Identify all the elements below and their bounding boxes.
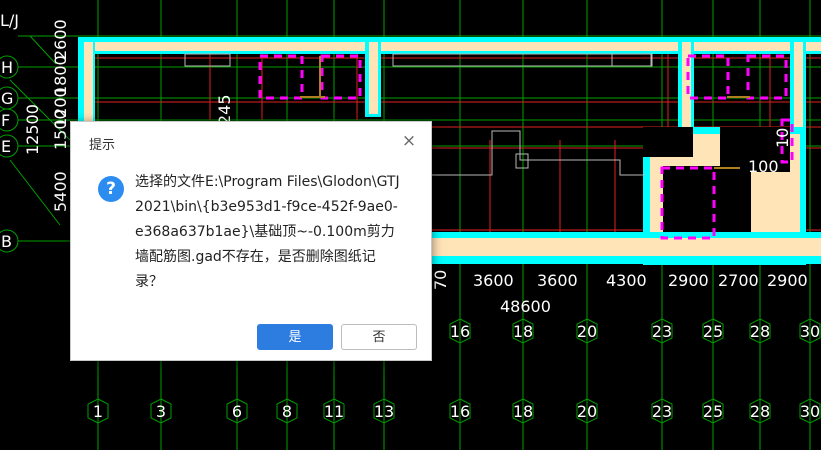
dim-partial: 70 <box>431 270 450 290</box>
bottom-axis-18: 18 <box>513 402 533 421</box>
dim-12500: 12500 <box>23 104 42 155</box>
dim-5400: 5400 <box>51 171 70 212</box>
bottom-axis-bubbles: 1 3 6 8 11 13 16 18 20 23 25 28 30 <box>87 398 821 424</box>
dim-2900-a: 2900 <box>668 271 709 290</box>
mid-axis-16: 16 <box>450 322 470 341</box>
mid-axis-28: 28 <box>750 322 770 341</box>
horizontal-dimension-labels: 70 3600 3600 4300 2900 2700 2900 48600 <box>431 270 808 316</box>
annotation-100: 100 <box>748 157 779 176</box>
mid-axis-30: 30 <box>800 322 820 341</box>
row-axis-label-G: G <box>1 89 13 108</box>
mid-axis-20: 20 <box>577 322 597 341</box>
bottom-axis-11: 11 <box>324 402 344 421</box>
dialog-title: 提示 <box>89 138 116 153</box>
bottom-axis-13: 13 <box>374 402 394 421</box>
dialog-message: 选择的文件E:\Program Files\Glodon\GTJ2021\bin… <box>135 174 400 290</box>
mid-axis-23: 23 <box>652 322 672 341</box>
row-axis-label-top: L/J <box>0 11 19 30</box>
mid-axis-bubbles: 16 18 20 23 25 28 30 <box>449 318 821 344</box>
bottom-axis-20: 20 <box>577 402 597 421</box>
prompt-dialog: 提示 × ? 选择的文件E:\Program Files\Glodon\GTJ2… <box>70 121 432 361</box>
annotation-10: 10 <box>773 128 792 148</box>
close-icon[interactable]: × <box>399 131 419 151</box>
dim-3600-a: 3600 <box>473 271 514 290</box>
row-axis-label-E: E <box>1 137 11 156</box>
no-button[interactable]: 否 <box>341 324 417 350</box>
bottom-axis-23: 23 <box>652 402 672 421</box>
dim-total-48600: 48600 <box>500 297 551 316</box>
bottom-axis-30: 30 <box>800 402 820 421</box>
dim-2700: 2700 <box>718 271 759 290</box>
mid-axis-18: 18 <box>513 322 533 341</box>
mid-axis-25: 25 <box>703 322 723 341</box>
dim-3600-b: 3600 <box>537 271 578 290</box>
dim-2600: 2600 <box>51 19 70 60</box>
bottom-axis-3: 3 <box>156 402 166 421</box>
row-axis-label-F: F <box>1 111 10 130</box>
row-axis-label-H: H <box>1 58 13 77</box>
row-axis-label-B: B <box>1 232 12 251</box>
dim-2900-b: 2900 <box>767 271 808 290</box>
dim-4300: 4300 <box>606 271 647 290</box>
question-icon: ? <box>98 176 124 202</box>
bottom-axis-25: 25 <box>703 402 723 421</box>
bottom-axis-8: 8 <box>282 402 292 421</box>
dim-1500: 1500 <box>51 109 70 150</box>
yes-button[interactable]: 是 <box>257 324 333 350</box>
bottom-axis-28: 28 <box>750 402 770 421</box>
bottom-axis-1: 1 <box>93 402 103 421</box>
bottom-axis-6: 6 <box>232 402 242 421</box>
bottom-axis-16: 16 <box>450 402 470 421</box>
